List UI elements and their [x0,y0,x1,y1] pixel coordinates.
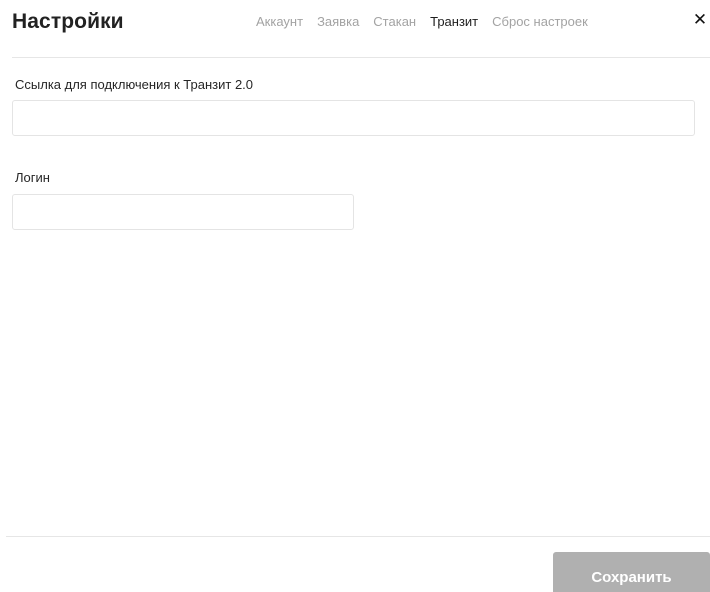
connection-url-label: Ссылка для подключения к Транзит 2.0 [15,77,254,92]
footer-divider [6,536,710,537]
settings-tabs: Аккаунт Заявка Стакан Транзит Сброс наст… [256,12,588,32]
dialog-title: Настройки [12,10,124,33]
close-icon[interactable]: ✕ [692,11,708,29]
header-divider [12,57,710,58]
tab-order[interactable]: Заявка [317,13,359,31]
tab-account[interactable]: Аккаунт [256,13,303,31]
connection-url-input[interactable] [12,100,695,136]
tab-reset-settings[interactable]: Сброс настроек [492,13,588,31]
tab-transit[interactable]: Транзит [430,13,478,31]
tab-order-book[interactable]: Стакан [373,13,416,31]
login-label: Логин [15,170,50,185]
login-input[interactable] [12,194,354,230]
settings-dialog: Настройки Аккаунт Заявка Стакан Транзит … [0,0,710,592]
dialog-header: Настройки Аккаунт Заявка Стакан Транзит … [0,0,710,58]
save-button[interactable]: Сохранить [553,552,710,592]
